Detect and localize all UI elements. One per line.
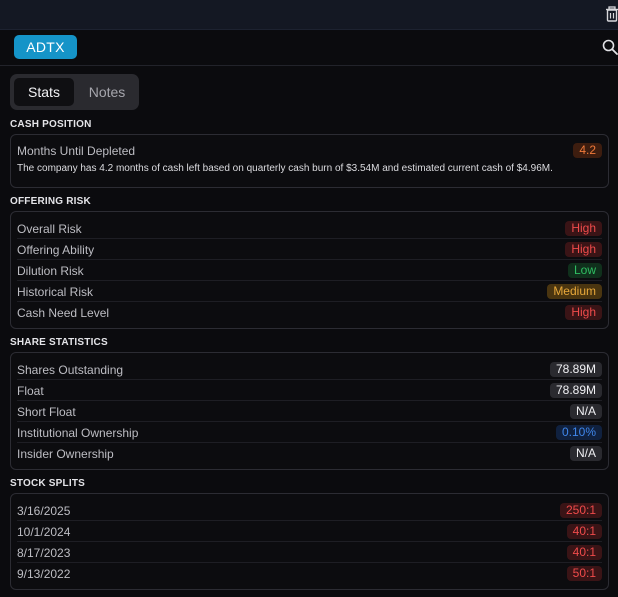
shares-outstanding-label: Shares Outstanding [17,363,124,377]
list-item: Historical Risk Medium [17,281,602,302]
trash-icon[interactable] [606,6,618,22]
offering-ability-label: Offering Ability [17,243,95,257]
short-float-value: N/A [569,404,602,419]
tab-stats[interactable]: Stats [14,78,74,106]
institutional-ownership-value: 0.10% [555,425,602,440]
short-float-label: Short Float [17,405,76,419]
split-ratio-badge: 250:1 [559,503,602,518]
overall-risk-badge: High [565,221,602,236]
offering-risk-card: Overall Risk High Offering Ability High … [10,211,609,329]
stock-splits-card: 3/16/2025 250:1 10/1/2024 40:1 8/17/2023… [10,493,609,590]
shares-outstanding-value: 78.89M [549,362,602,377]
list-item: Shares Outstanding 78.89M [17,359,602,380]
cash-need-level-label: Cash Need Level [17,306,110,320]
dilution-risk-label: Dilution Risk [17,264,84,278]
split-ratio-badge: 40:1 [566,545,602,560]
list-item: Insider Ownership N/A [17,443,602,464]
offering-risk-title: OFFERING RISK [10,196,91,207]
float-label: Float [17,384,44,398]
overall-risk-label: Overall Risk [17,222,82,236]
list-item: Offering Ability High [17,239,602,260]
header: ADTX [0,30,618,66]
list-item: Overall Risk High [17,218,602,239]
months-until-depleted-row: Months Until Depleted 4.2 [17,140,602,161]
tab-bar: Stats Notes [10,74,139,110]
list-item: Institutional Ownership 0.10% [17,422,602,443]
offering-ability-badge: High [565,242,602,257]
list-item: 3/16/2025 250:1 [17,500,602,521]
cash-need-level-badge: High [565,305,602,320]
months-until-depleted-value: 4.2 [573,143,602,158]
split-date: 8/17/2023 [17,546,71,560]
top-bar [0,0,618,30]
list-item: 8/17/2023 40:1 [17,542,602,563]
historical-risk-badge: Medium [547,284,602,299]
ticker-badge[interactable]: ADTX [14,35,77,59]
institutional-ownership-label: Institutional Ownership [17,426,139,440]
list-item: Float 78.89M [17,380,602,401]
list-item: Short Float N/A [17,401,602,422]
share-statistics-title: SHARE STATISTICS [10,337,108,348]
cash-position-card: Months Until Depleted 4.2 The company ha… [10,134,609,188]
tab-notes[interactable]: Notes [78,78,136,106]
split-date: 3/16/2025 [17,504,71,518]
stock-splits-title: STOCK SPLITS [10,478,86,489]
historical-risk-label: Historical Risk [17,285,94,299]
list-item: Dilution Risk Low [17,260,602,281]
cash-position-description: The company has 4.2 months of cash left … [17,163,553,174]
share-statistics-card: Shares Outstanding 78.89M Float 78.89M S… [10,352,609,470]
cash-position-title: CASH POSITION [10,119,92,130]
split-date: 10/1/2024 [17,525,71,539]
dilution-risk-badge: Low [567,263,602,278]
search-icon[interactable] [602,39,618,55]
list-item: 9/13/2022 50:1 [17,563,602,584]
insider-ownership-value: N/A [569,446,602,461]
insider-ownership-label: Insider Ownership [17,447,114,461]
list-item: 10/1/2024 40:1 [17,521,602,542]
split-ratio-badge: 50:1 [566,566,602,581]
split-date: 9/13/2022 [17,567,71,581]
list-item: Cash Need Level High [17,302,602,323]
months-until-depleted-label: Months Until Depleted [17,144,136,158]
split-ratio-badge: 40:1 [566,524,602,539]
float-value: 78.89M [549,383,602,398]
